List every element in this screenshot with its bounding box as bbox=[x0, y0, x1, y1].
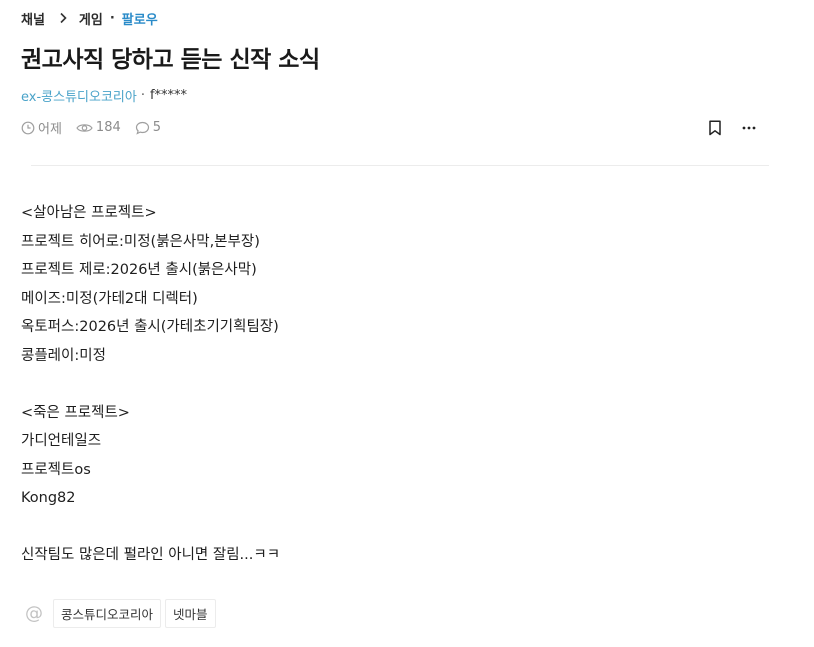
tag-list: @ 콩스튜디오코리아 넷마블 bbox=[21, 599, 220, 628]
tag-chip[interactable]: 넷마블 bbox=[165, 599, 216, 628]
more-icon bbox=[742, 126, 756, 130]
breadcrumb-board[interactable]: 게임 bbox=[79, 9, 103, 28]
body-line: 프로젝트 히어로:미정(붉은사막,본부장) bbox=[21, 233, 260, 250]
follow-button[interactable]: 팔로우 bbox=[122, 9, 158, 28]
more-button[interactable] bbox=[739, 118, 759, 138]
at-icon: @ bbox=[25, 603, 43, 624]
bookmark-icon bbox=[709, 120, 721, 136]
time-meta: 어제 bbox=[21, 118, 62, 137]
post-body: <살아남은 프로젝트> 프로젝트 히어로:미정(붉은사막,본부장) 프로젝트 제… bbox=[21, 199, 280, 570]
post-title: 권고사직 당하고 듣는 신작 소식 bbox=[21, 47, 320, 73]
body-line: 프로젝트os bbox=[21, 461, 91, 478]
breadcrumb-channel[interactable]: 채널 bbox=[21, 9, 45, 28]
channel-link[interactable]: ex-콩스튜디오코리아 bbox=[21, 86, 137, 105]
clock-icon bbox=[21, 121, 35, 134]
comment-icon bbox=[135, 121, 149, 135]
post-meta: 어제 184 5 bbox=[21, 118, 175, 137]
comment-count: 5 bbox=[152, 120, 162, 135]
comments-meta[interactable]: 5 bbox=[135, 120, 161, 135]
author-name[interactable]: f***** bbox=[150, 88, 187, 103]
bookmark-button[interactable] bbox=[705, 118, 725, 138]
body-line: Kong82 bbox=[21, 490, 76, 506]
divider bbox=[31, 165, 769, 166]
post-actions bbox=[691, 118, 759, 138]
post-time: 어제 bbox=[38, 122, 62, 137]
body-line: 콩플레이:미정 bbox=[21, 347, 106, 364]
body-line bbox=[21, 370, 280, 399]
body-line bbox=[21, 513, 280, 542]
views-meta: 184 bbox=[76, 120, 121, 135]
body-line: 옥토퍼스:2026년 출시(가테초기기획팀장) bbox=[21, 319, 279, 335]
chevron-right-icon bbox=[60, 12, 67, 24]
breadcrumb: 채널 게임 · 팔로우 bbox=[21, 9, 158, 28]
body-line: 가디언테일즈 bbox=[21, 433, 102, 449]
author-line: ex-콩스튜디오코리아 · f***** bbox=[21, 86, 187, 105]
body-line: 신작팀도 많은데 펄라인 아니면 잘림...ㅋㅋ bbox=[21, 547, 281, 563]
body-line: <죽은 프로젝트> bbox=[21, 404, 130, 421]
eye-icon bbox=[76, 123, 93, 132]
author-separator: · bbox=[140, 88, 145, 103]
breadcrumb-dot: · bbox=[109, 10, 115, 26]
tag-chip[interactable]: 콩스튜디오코리아 bbox=[53, 599, 162, 628]
body-line: 프로젝트 제로:2026년 출시(붉은사막) bbox=[21, 262, 257, 278]
view-count: 184 bbox=[95, 120, 121, 135]
body-line: <살아남은 프로젝트> bbox=[21, 205, 157, 221]
body-line: 메이즈:미정(가테2대 디렉터) bbox=[21, 290, 198, 307]
